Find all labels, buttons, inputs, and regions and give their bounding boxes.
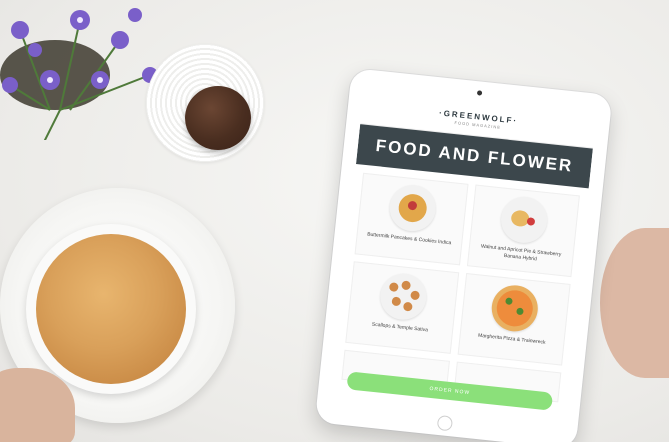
menu-card-label: Buttermilk Pancakes & Cookies Indica xyxy=(366,231,452,247)
menu-card-label: Scallops & Temple Sativa xyxy=(371,321,429,334)
chocolate-cookie xyxy=(185,86,251,150)
menu-card[interactable]: Walnut and Apricot Pie & Strawberry Bana… xyxy=(466,184,580,278)
camera-dot xyxy=(476,90,483,96)
tablet-screen: ·GREENWOLF· FOOD MAGAZINE FOOD AND FLOWE… xyxy=(331,91,597,421)
coffee xyxy=(36,234,186,384)
menu-card[interactable]: Buttermilk Pancakes & Cookies Indica xyxy=(354,172,469,266)
menu-card[interactable]: Scallops & Temple Sativa xyxy=(345,261,459,354)
scallops-dish-image xyxy=(377,271,429,322)
photo-scene: ·GREENWOLF· FOOD MAGAZINE FOOD AND FLOWE… xyxy=(0,0,669,442)
menu-card[interactable]: Margherita Pizza & Trainwreck xyxy=(457,273,571,366)
right-hand xyxy=(600,228,669,378)
tablet: ·GREENWOLF· FOOD MAGAZINE FOOD AND FLOWE… xyxy=(314,68,613,442)
pancakes-dish-image xyxy=(387,182,438,234)
home-button[interactable] xyxy=(436,414,454,432)
pizza-dish-image xyxy=(489,283,541,334)
menu-grid: Buttermilk Pancakes & Cookies Indica Wal… xyxy=(333,164,588,403)
pie-dish-image xyxy=(499,194,550,246)
menu-card-label: Walnut and Apricot Pie & Strawberry Bana… xyxy=(480,243,562,262)
menu-card-label: Margherita Pizza & Trainwreck xyxy=(477,332,546,346)
